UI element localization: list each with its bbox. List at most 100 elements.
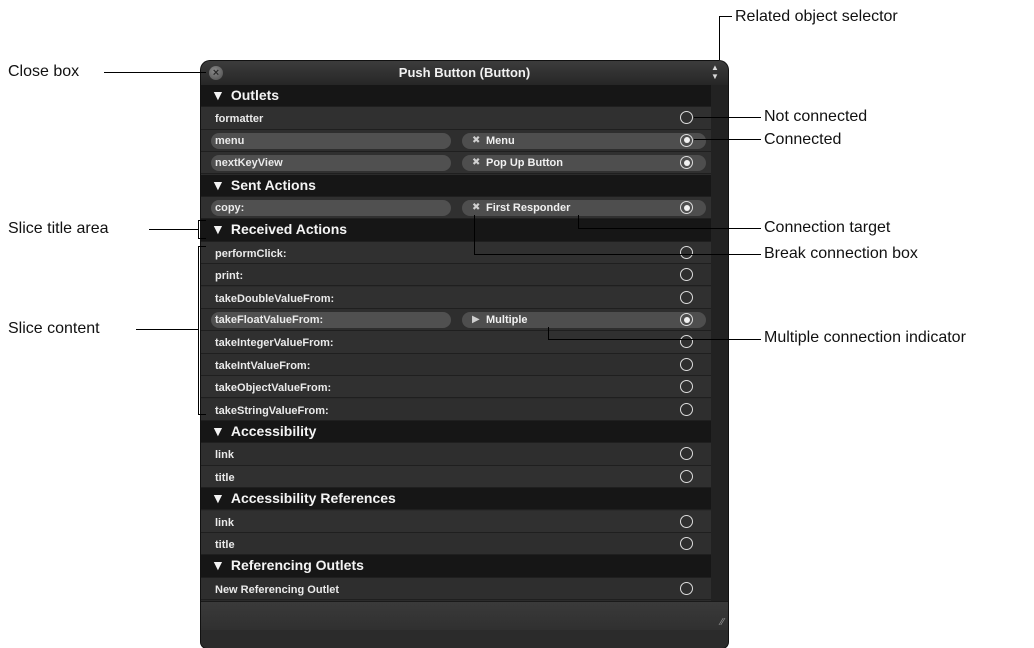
slice-title[interactable]: ▼ Accessibility xyxy=(201,421,711,444)
leader-line xyxy=(198,238,206,239)
connection-row[interactable]: takeObjectValueFrom: xyxy=(201,376,711,399)
bottom-bar: ⁄⁄ xyxy=(201,601,728,630)
leader-line xyxy=(198,246,199,414)
connection-row[interactable]: takeIntValueFrom: xyxy=(201,353,711,377)
connection-row[interactable]: takeStringValueFrom: xyxy=(201,398,711,421)
callout-not-connected: Not connected xyxy=(764,108,868,125)
connection-row[interactable]: performClick: xyxy=(201,241,711,265)
connection-row[interactable]: link xyxy=(201,510,711,533)
up-down-arrows-icon[interactable]: ▲ ▼ xyxy=(710,63,720,83)
connection-target[interactable]: ✖ First Responder xyxy=(462,200,706,216)
not-connected-circle-icon[interactable] xyxy=(680,380,693,394)
not-connected-circle-icon[interactable] xyxy=(680,447,693,461)
slice-title-text: Sent Actions xyxy=(230,176,316,193)
leader-line xyxy=(198,246,206,247)
leader-line xyxy=(578,228,761,229)
connection-row[interactable]: print: xyxy=(201,264,711,287)
slice-title-label: ▼ Accessibility References xyxy=(211,490,396,506)
connection-name: link xyxy=(215,449,234,462)
not-connected-circle-icon[interactable] xyxy=(680,537,693,550)
leader-line xyxy=(719,16,720,60)
connection-name: title xyxy=(215,471,235,484)
connection-name: nextKeyView xyxy=(215,157,283,170)
connection-name: takeObjectValueFrom: xyxy=(215,382,332,395)
leader-line xyxy=(548,339,761,340)
slice-title-label: ▼ Received Actions xyxy=(211,221,347,237)
connection-name-pill: copy: xyxy=(211,200,451,216)
disclosure-triangle-icon[interactable]: ▼ xyxy=(211,177,225,193)
leader-line xyxy=(104,72,206,73)
connection-name: performClick: xyxy=(215,247,287,260)
connection-row[interactable]: title xyxy=(201,465,711,489)
not-connected-circle-icon[interactable] xyxy=(680,581,693,595)
connection-row[interactable]: takeFloatValueFrom: ▶ Multiple xyxy=(201,309,711,332)
leader-line xyxy=(548,327,549,339)
connection-name: takeStringValueFrom: xyxy=(215,404,329,417)
leader-line xyxy=(694,117,761,118)
connection-row[interactable]: title xyxy=(201,533,711,556)
multiple-connection-icon[interactable]: ▶ xyxy=(472,312,480,328)
slice-title[interactable]: ▼ Outlets xyxy=(201,85,711,108)
connection-name: formatter xyxy=(215,113,264,126)
disclosure-triangle-icon[interactable]: ▼ xyxy=(211,221,225,237)
slice-title[interactable]: ▼ Accessibility References xyxy=(201,488,711,511)
leader-line xyxy=(719,16,732,17)
connection-target-label: Pop Up Button xyxy=(486,157,563,170)
slice-title-label: ▼ Referencing Outlets xyxy=(211,557,364,573)
connected-circle-icon[interactable] xyxy=(680,133,693,147)
connection-name-pill: nextKeyView xyxy=(211,155,451,172)
connection-name: menu xyxy=(215,134,245,147)
not-connected-circle-icon[interactable] xyxy=(680,514,693,528)
not-connected-circle-icon[interactable] xyxy=(680,268,693,282)
connection-row[interactable]: takeIntegerValueFrom: xyxy=(201,331,711,354)
connection-row[interactable]: takeDoubleValueFrom: xyxy=(201,286,711,309)
not-connected-circle-icon[interactable] xyxy=(680,111,693,125)
slice-title-label: ▼ Outlets xyxy=(211,87,279,103)
not-connected-circle-icon[interactable] xyxy=(680,402,693,416)
connection-row[interactable]: menu ✖ Menu xyxy=(201,129,711,153)
connection-row[interactable]: copy: ✖ First Responder xyxy=(201,197,711,220)
slice-title[interactable]: ▼ Referencing Outlets xyxy=(201,555,711,578)
break-connection-icon[interactable]: ✖ xyxy=(472,200,480,216)
connections-inspector-panel: × Push Button (Button) ▲ ▼ ▼ Outlets format… xyxy=(201,61,728,648)
connection-row[interactable]: link xyxy=(201,443,711,466)
connected-circle-icon[interactable] xyxy=(680,201,693,214)
slice-title[interactable]: ▼ Sent Actions xyxy=(201,174,711,197)
not-connected-circle-icon[interactable] xyxy=(680,357,693,371)
slice-title-label: ▼ Sent Actions xyxy=(211,177,316,193)
connection-target[interactable]: ▶ Multiple xyxy=(462,312,706,328)
slice-title-text: Outlets xyxy=(230,87,280,103)
leader-line xyxy=(474,215,475,254)
disclosure-triangle-icon[interactable]: ▼ xyxy=(211,490,225,506)
leader-line xyxy=(136,329,198,330)
connection-target-label: First Responder xyxy=(486,202,571,214)
leader-line xyxy=(198,220,206,221)
leader-line xyxy=(474,254,761,255)
break-connection-icon[interactable]: ✖ xyxy=(472,133,480,149)
callout-slice-title-area: Slice title area xyxy=(8,220,109,237)
connected-circle-icon[interactable] xyxy=(680,313,693,326)
connection-row[interactable]: nextKeyView ✖ Pop Up Button xyxy=(201,152,711,175)
scrollbar[interactable] xyxy=(711,85,728,625)
callout-break-connection-box: Break connection box xyxy=(764,245,918,262)
not-connected-circle-icon[interactable] xyxy=(680,245,693,259)
slice-title[interactable]: ▼ Received Actions xyxy=(201,219,711,242)
not-connected-circle-icon[interactable] xyxy=(680,335,693,349)
connection-row[interactable]: formatter xyxy=(201,107,711,130)
connection-target-label: Menu xyxy=(486,134,515,147)
resize-grip-icon[interactable]: ⁄⁄ xyxy=(721,617,724,628)
leader-line xyxy=(198,414,206,415)
disclosure-triangle-icon[interactable]: ▼ xyxy=(211,557,225,573)
connection-target[interactable]: ✖ Menu xyxy=(462,132,706,149)
break-connection-icon[interactable]: ✖ xyxy=(472,155,480,171)
disclosure-triangle-icon[interactable]: ▼ xyxy=(211,423,225,439)
callout-multiple-connection-indicator: Multiple connection indicator xyxy=(764,329,966,346)
connection-target-label: Multiple xyxy=(486,314,528,326)
connection-row[interactable]: New Referencing Outlet xyxy=(201,577,711,601)
slice-title-text: Accessibility xyxy=(230,423,317,439)
not-connected-circle-icon[interactable] xyxy=(680,290,693,304)
leader-line xyxy=(149,229,199,230)
connection-target[interactable]: ✖ Pop Up Button xyxy=(462,155,706,172)
disclosure-triangle-icon[interactable]: ▼ xyxy=(211,87,225,103)
not-connected-circle-icon[interactable] xyxy=(680,469,693,483)
